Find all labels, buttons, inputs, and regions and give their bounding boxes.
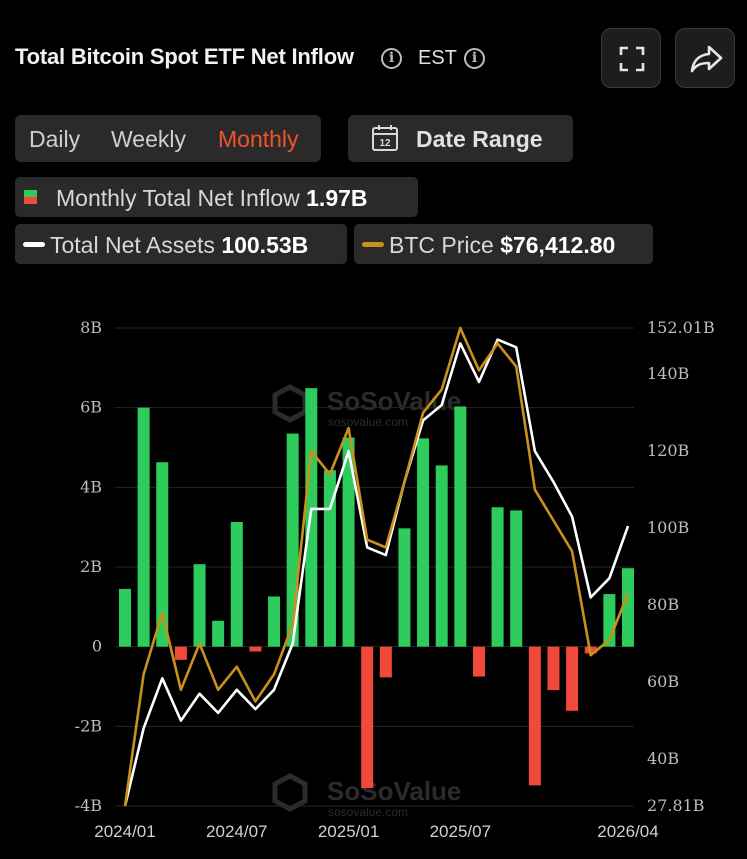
calendar-icon: 12: [372, 125, 398, 151]
inflow-bar: [528, 646, 541, 786]
bar-series: [119, 388, 634, 789]
interval-tabs: Daily Weekly Monthly: [15, 115, 321, 162]
page-title: Total Bitcoin Spot ETF Net Inflow: [15, 44, 354, 69]
fullscreen-button[interactable]: [601, 28, 661, 88]
share-icon: [690, 45, 723, 73]
inflow-legend-swatch: [24, 190, 37, 204]
inflow-bar: [566, 646, 579, 711]
inflow-bar: [137, 407, 150, 647]
left-axis-tick-label: 8B: [80, 318, 102, 337]
left-axis-tick-label: 6B: [80, 398, 102, 417]
right-axis-tick-label: 152.01B: [647, 318, 715, 337]
right-axis-tick-label: 80B: [647, 595, 679, 614]
watermark-brand: SoSoValue: [327, 776, 461, 806]
tab-weekly[interactable]: Weekly: [111, 126, 186, 153]
timezone-label: EST: [418, 47, 457, 69]
inflow-bar: [417, 438, 430, 647]
assets-label: Total Net Assets: [50, 232, 215, 258]
net-inflow-chart[interactable]: SoSoValue sosovalue.com SoSoValue sosova…: [0, 300, 747, 859]
date-range-button[interactable]: 12 Date Range: [348, 115, 573, 162]
inflow-bar: [212, 620, 225, 647]
inflow-bar: [268, 596, 281, 647]
assets-legend-swatch: [23, 242, 45, 247]
watermark-site: sosovalue.com: [328, 415, 408, 429]
inflow-bar: [454, 406, 467, 647]
right-axis-tick-label: 120B: [647, 441, 689, 460]
right-axis-tick-label: 140B: [647, 364, 689, 383]
left-axis: 8B 6B 4B 2B 0 -2B -4B: [75, 318, 102, 815]
inflow-bar: [491, 507, 504, 647]
inflow-bar: [510, 510, 523, 647]
assets-value: 100.53B: [221, 232, 309, 258]
x-axis-tick-label: 2026/04: [597, 822, 658, 841]
legend-inflow[interactable]: Monthly Total Net Inflow 1.97B: [15, 177, 418, 217]
right-axis-tick-label: 27.81B: [647, 796, 705, 815]
inflow-bar: [156, 462, 169, 647]
x-axis-tick-label: 2024/07: [206, 822, 267, 841]
legend-price[interactable]: BTC Price $76,412.80: [354, 224, 653, 264]
legend-assets[interactable]: Total Net Assets 100.53B: [15, 224, 347, 264]
left-axis-tick-label: 0: [92, 637, 102, 656]
inflow-bar: [379, 646, 392, 678]
price-value: $76,412.80: [500, 232, 616, 258]
share-button[interactable]: [675, 28, 735, 88]
left-axis-tick-label: 4B: [80, 477, 102, 496]
price-legend-swatch: [362, 242, 384, 247]
right-axis: 152.01B 140B 120B 100B 80B 60B 40B 27.81B: [647, 318, 715, 815]
tab-monthly[interactable]: Monthly: [218, 126, 299, 153]
x-axis-tick-label: 2025/01: [318, 822, 379, 841]
left-axis-tick-label: -4B: [75, 796, 102, 815]
inflow-bar: [361, 646, 374, 789]
x-axis-tick-label: 2024/01: [94, 822, 155, 841]
watermark-site: sosovalue.com: [328, 805, 408, 819]
timezone-info-icon[interactable]: i: [464, 48, 485, 69]
inflow-bar: [249, 646, 262, 652]
inflow-bar: [230, 521, 243, 647]
tab-daily[interactable]: Daily: [29, 126, 80, 153]
calendar-day-number: 12: [379, 138, 391, 149]
right-axis-tick-label: 60B: [647, 672, 679, 691]
inflow-bar: [119, 588, 131, 647]
inflow-value: 1.97B: [306, 185, 368, 211]
inflow-bar: [193, 564, 206, 647]
inflow-bar: [435, 465, 448, 647]
left-axis-tick-label: -2B: [75, 716, 102, 735]
inflow-bar: [547, 646, 560, 691]
date-range-label: Date Range: [416, 126, 543, 152]
x-axis-tick-label: 2025/07: [430, 822, 491, 841]
inflow-label: Monthly Total Net Inflow: [56, 185, 300, 211]
inflow-bar: [174, 646, 187, 660]
inflow-bar: [472, 646, 485, 677]
title-info-icon[interactable]: i: [381, 48, 402, 69]
fullscreen-icon: [619, 46, 645, 72]
right-axis-tick-label: 100B: [647, 518, 689, 537]
price-label: BTC Price: [389, 232, 494, 258]
right-axis-tick-label: 40B: [647, 749, 679, 768]
left-axis-tick-label: 2B: [80, 557, 102, 576]
x-axis: 2024/01 2024/07 2025/01 2025/07 2026/04: [94, 822, 658, 841]
inflow-bar: [398, 528, 411, 647]
